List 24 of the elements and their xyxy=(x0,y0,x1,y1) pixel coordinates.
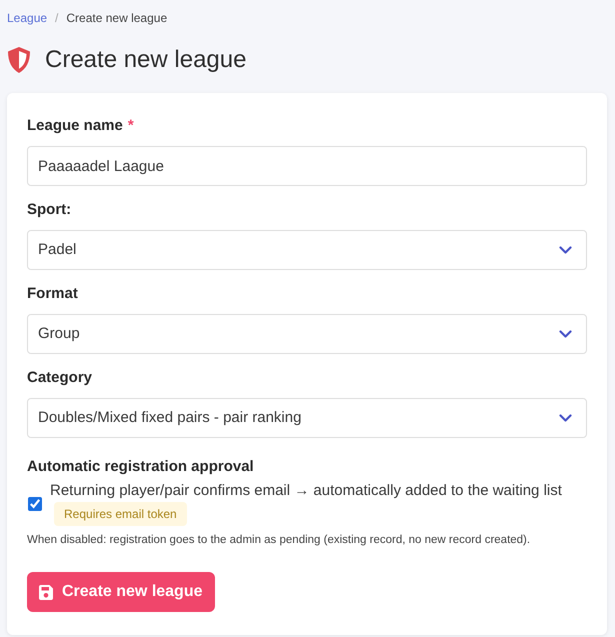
breadcrumb-link[interactable]: League xyxy=(7,9,48,27)
text-input[interactable]: Paaaaadel Laague xyxy=(27,146,587,186)
page-title: Create new league xyxy=(45,45,246,75)
shield-icon xyxy=(7,47,31,73)
chevron-down-icon xyxy=(559,246,572,254)
requirement-badge: Requires email token xyxy=(54,502,187,526)
section-heading: Automatic registration approval xyxy=(27,457,255,477)
required-asterisk: * xyxy=(128,116,134,136)
breadcrumb-separator: / xyxy=(55,10,58,27)
field-label: Category xyxy=(27,368,94,388)
field-label: Format xyxy=(27,284,79,304)
chevron-down-icon xyxy=(559,414,572,422)
chevron-down-icon xyxy=(559,330,572,338)
approval-checkbox[interactable] xyxy=(28,496,42,510)
create-league-button[interactable]: Create new league xyxy=(27,572,214,612)
select-dropdown[interactable]: Padel xyxy=(27,230,587,270)
breadcrumb-current: Create new league xyxy=(66,10,168,27)
save-icon xyxy=(39,584,53,600)
checkbox-label: Returning player/pair confirms email → automatically added to the waiting list xyxy=(50,481,562,501)
help-text: When disabled: registration goes to the admin as pending (existing record, no new record created). xyxy=(27,533,532,548)
select-dropdown[interactable]: Doubles/Mixed fixed pairs - pair ranking xyxy=(27,398,587,438)
field-label: League name xyxy=(27,116,123,136)
select-dropdown[interactable]: Group xyxy=(27,314,587,354)
field-label: Sport: xyxy=(27,200,72,220)
